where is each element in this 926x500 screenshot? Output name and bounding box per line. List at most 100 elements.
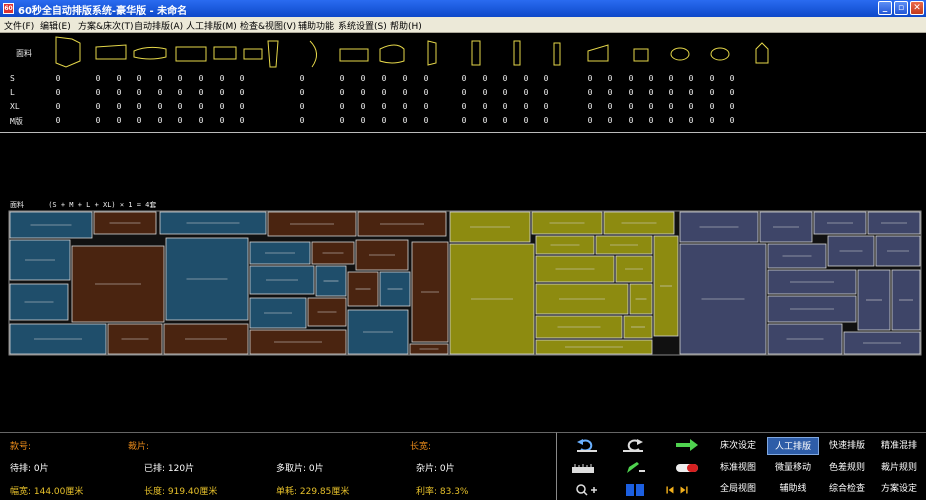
size-qty-cell[interactable]: 0	[666, 116, 676, 125]
size-qty-cell[interactable]: 0	[585, 74, 595, 83]
size-qty-cell[interactable]: 0	[217, 102, 227, 111]
size-qty-cell[interactable]: 0	[134, 116, 144, 125]
size-qty-cell[interactable]: 0	[727, 102, 737, 111]
size-qty-cell[interactable]: 0	[521, 116, 531, 125]
size-qty-cell[interactable]: 0	[541, 102, 551, 111]
menu-assist[interactable]: 辅助功能	[298, 19, 334, 32]
size-qty-cell[interactable]: 0	[337, 116, 347, 125]
size-qty-cell[interactable]: 0	[421, 116, 431, 125]
size-qty-cell[interactable]: 0	[400, 116, 410, 125]
size-qty-cell[interactable]: 0	[707, 74, 717, 83]
size-qty-cell[interactable]: 0	[379, 102, 389, 111]
size-qty-cell[interactable]: 0	[646, 102, 656, 111]
size-qty-cell[interactable]: 0	[707, 88, 717, 97]
size-qty-cell[interactable]: 0	[358, 88, 368, 97]
size-qty-cell[interactable]: 0	[666, 74, 676, 83]
size-qty-cell[interactable]: 0	[358, 102, 368, 111]
size-qty-cell[interactable]: 0	[686, 102, 696, 111]
micro-move-button[interactable]: 微量移动	[767, 459, 819, 477]
piece-thumbnails[interactable]	[0, 33, 926, 73]
minimize-button[interactable]: _	[878, 1, 892, 15]
size-qty-cell[interactable]: 0	[297, 74, 307, 83]
close-button[interactable]: ✕	[910, 1, 924, 15]
size-qty-cell[interactable]: 0	[541, 116, 551, 125]
size-qty-cell[interactable]: 0	[337, 102, 347, 111]
menu-settings[interactable]: 系统设置(S)	[338, 19, 387, 32]
size-qty-cell[interactable]: 0	[500, 102, 510, 111]
size-qty-cell[interactable]: 0	[666, 88, 676, 97]
size-qty-cell[interactable]: 0	[93, 116, 103, 125]
size-qty-cell[interactable]: 0	[626, 102, 636, 111]
size-qty-cell[interactable]: 0	[237, 88, 247, 97]
marker-canvas[interactable]	[0, 134, 926, 430]
size-qty-cell[interactable]: 0	[134, 88, 144, 97]
size-qty-cell[interactable]: 0	[686, 88, 696, 97]
size-qty-cell[interactable]: 0	[237, 74, 247, 83]
size-qty-cell[interactable]: 0	[400, 102, 410, 111]
size-qty-cell[interactable]: 0	[626, 74, 636, 83]
size-qty-cell[interactable]: 0	[134, 102, 144, 111]
menu-view[interactable]: 检查&视图(V)	[240, 19, 296, 32]
size-qty-cell[interactable]: 0	[134, 74, 144, 83]
size-qty-cell[interactable]: 0	[196, 116, 206, 125]
pill-toggle-icon[interactable]	[675, 461, 699, 475]
size-qty-cell[interactable]: 0	[379, 116, 389, 125]
marker-layout-area[interactable]: 面料 (S + M + L + XL) × 1 = 4套	[0, 134, 926, 430]
size-qty-cell[interactable]: 0	[114, 116, 124, 125]
size-qty-cell[interactable]: 0	[237, 116, 247, 125]
size-qty-cell[interactable]: 0	[626, 88, 636, 97]
size-qty-cell[interactable]: 0	[196, 88, 206, 97]
size-qty-cell[interactable]: 0	[337, 88, 347, 97]
zoom-icon[interactable]	[575, 483, 599, 497]
size-qty-cell[interactable]: 0	[480, 88, 490, 97]
size-qty-cell[interactable]: 0	[196, 102, 206, 111]
size-qty-cell[interactable]: 0	[727, 88, 737, 97]
size-qty-cell[interactable]: 0	[155, 102, 165, 111]
size-qty-cell[interactable]: 0	[459, 102, 469, 111]
size-qty-cell[interactable]: 0	[400, 74, 410, 83]
size-qty-cell[interactable]: 0	[480, 116, 490, 125]
size-qty-cell[interactable]: 0	[297, 102, 307, 111]
menu-file[interactable]: 文件(F)	[4, 19, 34, 32]
size-qty-cell[interactable]: 0	[175, 116, 185, 125]
precise-mix-button[interactable]: 精准混排	[873, 437, 925, 455]
size-qty-cell[interactable]: 0	[727, 116, 737, 125]
size-qty-cell[interactable]: 0	[521, 74, 531, 83]
global-view-button[interactable]: 全局视图	[713, 480, 763, 498]
menu-auto[interactable]: 自动排版(A)	[134, 19, 183, 32]
size-qty-cell[interactable]: 0	[585, 88, 595, 97]
undo-icon[interactable]	[575, 438, 599, 452]
size-qty-cell[interactable]: 0	[500, 88, 510, 97]
size-qty-cell[interactable]: 0	[500, 116, 510, 125]
maximize-button[interactable]: ▫	[894, 1, 908, 15]
arrow-right-icon[interactable]	[675, 438, 699, 452]
size-qty-cell[interactable]: 0	[114, 88, 124, 97]
color-rule-button[interactable]: 色差规则	[821, 459, 873, 477]
size-qty-cell[interactable]: 0	[379, 88, 389, 97]
size-qty-cell[interactable]: 0	[175, 74, 185, 83]
size-qty-cell[interactable]: 0	[626, 116, 636, 125]
size-qty-cell[interactable]: 0	[459, 88, 469, 97]
size-qty-cell[interactable]: 0	[585, 116, 595, 125]
size-qty-cell[interactable]: 0	[217, 74, 227, 83]
scheme-setting-button[interactable]: 方案设定	[873, 480, 925, 498]
size-qty-cell[interactable]: 0	[500, 74, 510, 83]
size-qty-cell[interactable]: 0	[646, 74, 656, 83]
piece-rule-button[interactable]: 裁片规则	[873, 459, 925, 477]
size-qty-cell[interactable]: 0	[459, 74, 469, 83]
quick-layout-button[interactable]: 快速排版	[821, 437, 873, 455]
size-qty-cell[interactable]: 0	[521, 88, 531, 97]
size-qty-cell[interactable]: 0	[155, 88, 165, 97]
size-qty-cell[interactable]: 0	[53, 116, 63, 125]
size-qty-cell[interactable]: 0	[297, 88, 307, 97]
size-qty-cell[interactable]: 0	[646, 116, 656, 125]
size-qty-cell[interactable]: 0	[337, 74, 347, 83]
book-icon[interactable]	[623, 483, 647, 497]
size-qty-cell[interactable]: 0	[605, 102, 615, 111]
size-qty-cell[interactable]: 0	[727, 74, 737, 83]
size-qty-cell[interactable]: 0	[605, 88, 615, 97]
overall-check-button[interactable]: 综合检查	[821, 480, 873, 498]
bed-setting-button[interactable]: 床次设定	[713, 437, 763, 455]
size-qty-cell[interactable]: 0	[175, 88, 185, 97]
redo-icon[interactable]	[621, 438, 645, 452]
